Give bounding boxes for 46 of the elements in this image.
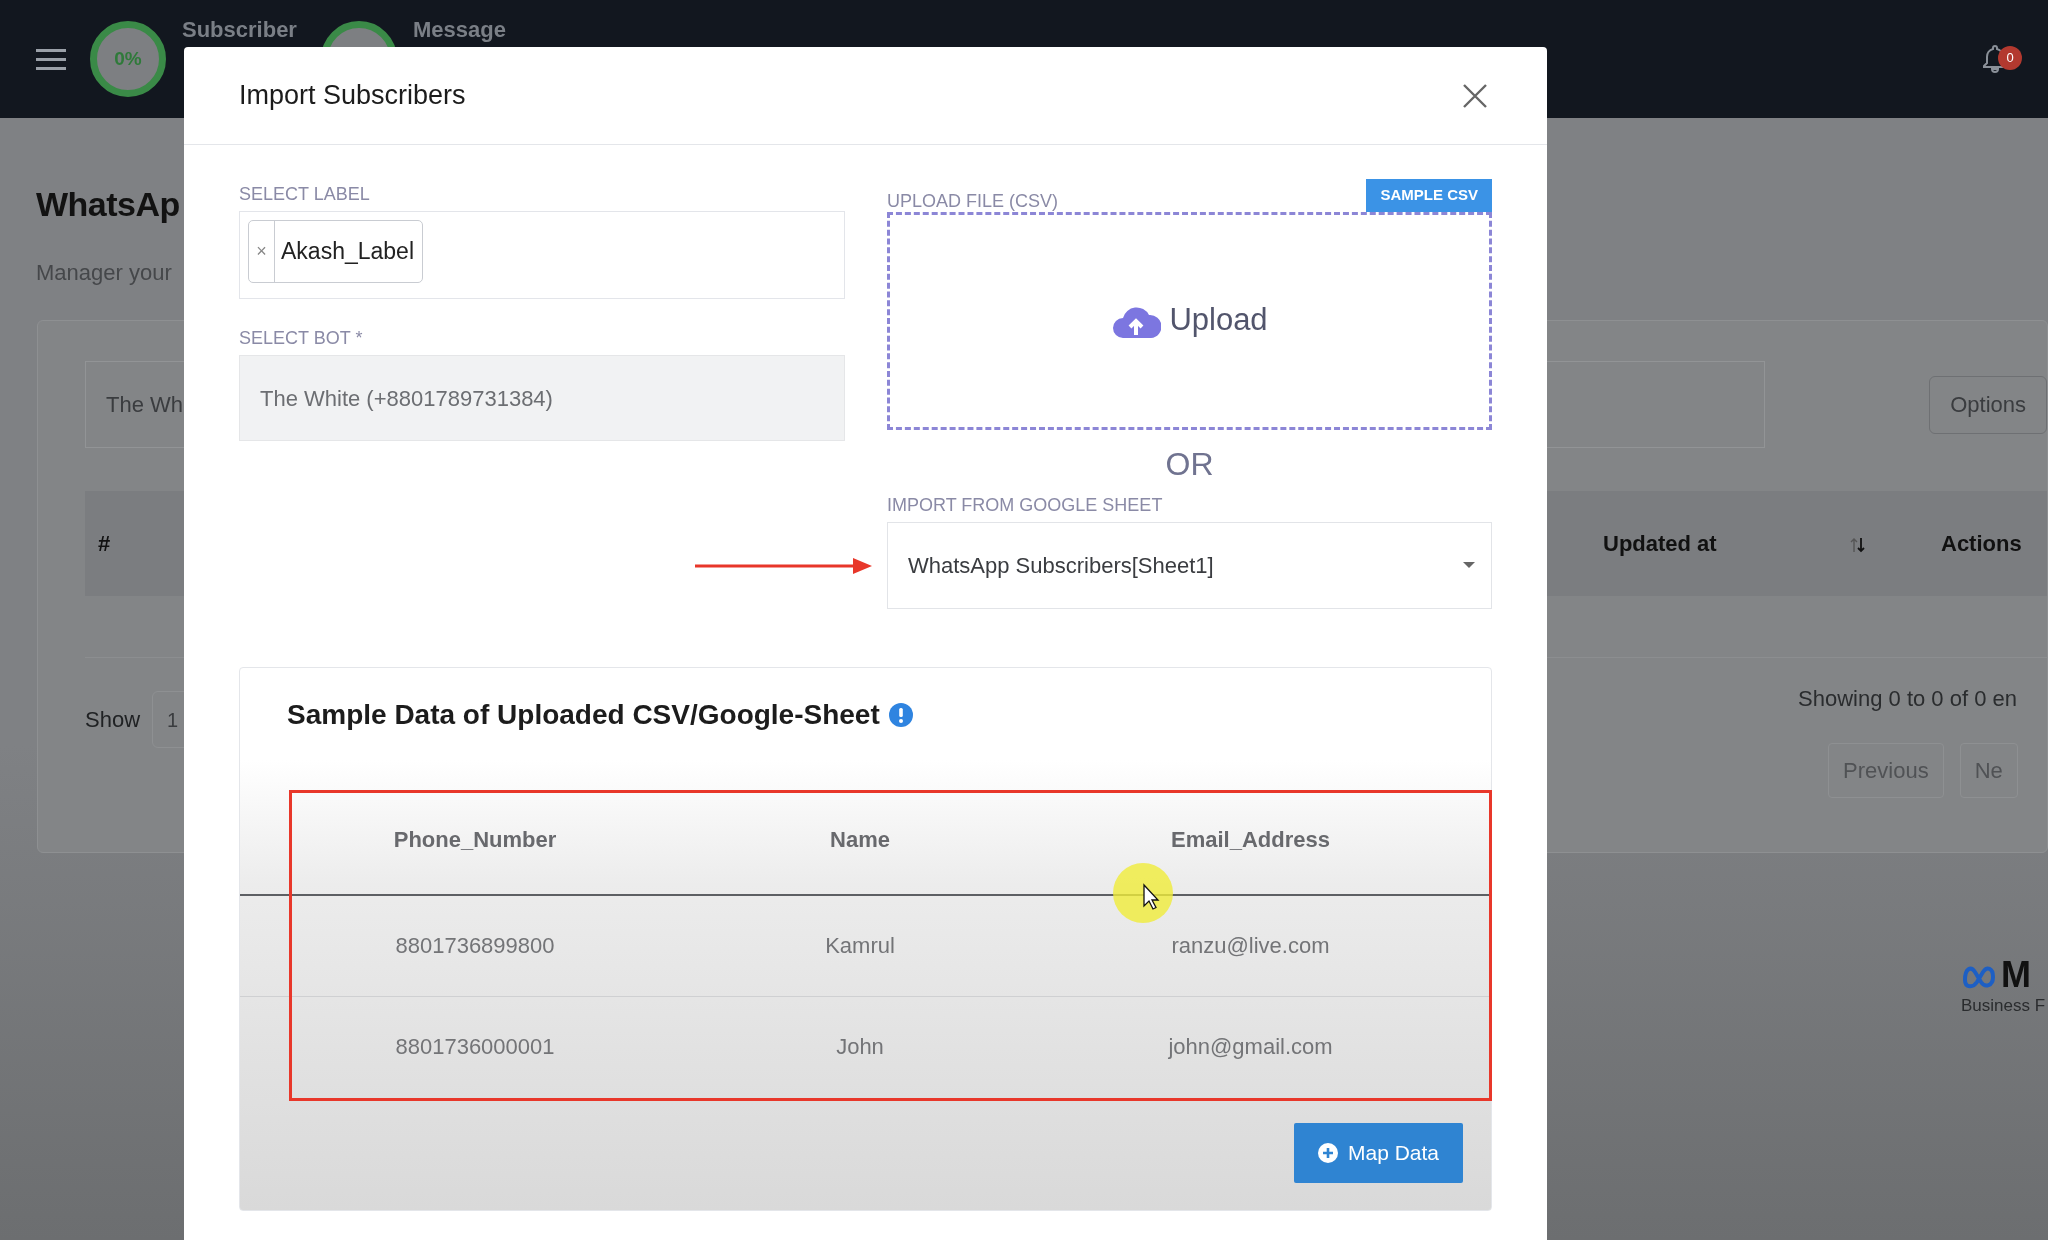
upload-button[interactable]: Upload bbox=[1105, 296, 1274, 345]
table-cell-text: john@gmail.com bbox=[1168, 1032, 1333, 1061]
field-label: IMPORT FROM GOOGLE SHEET bbox=[887, 493, 1164, 516]
nav-link[interactable]: Message bbox=[412, 18, 506, 42]
column-header: # bbox=[97, 530, 112, 558]
map-data-button[interactable]: Map Data bbox=[1293, 1122, 1463, 1183]
table-cell-text: 8801736899800 bbox=[395, 932, 555, 960]
caret-icon bbox=[1463, 562, 1475, 568]
menu-icon[interactable] bbox=[36, 48, 66, 70]
remove-tag-button[interactable]: × bbox=[249, 221, 275, 282]
field-label: SELECT LABEL bbox=[239, 183, 371, 205]
sample-csv-button[interactable]: SAMPLE CSV bbox=[1366, 179, 1492, 212]
column-header: Name bbox=[830, 825, 890, 854]
field-label: UPLOAD FILE (CSV) bbox=[887, 189, 1059, 212]
sort-icon[interactable] bbox=[1849, 536, 1866, 555]
or-separator: OR bbox=[1164, 447, 1215, 480]
modal-title: Import Subscribers bbox=[239, 79, 466, 113]
page-subtitle: Manager your bbox=[36, 259, 173, 287]
notification-badge: 0 bbox=[1998, 46, 2022, 70]
bot-select[interactable]: The White (+8801789731384) bbox=[239, 355, 845, 441]
column-header: Actions bbox=[1941, 530, 2023, 558]
options-button[interactable]: Options bbox=[1929, 375, 2047, 434]
table-cell-text: Kamrul bbox=[825, 932, 895, 960]
page-title: WhatsAp bbox=[36, 184, 180, 225]
brand-caption: Business F bbox=[1961, 995, 2047, 1017]
table-cell-text: ranzu@live.com bbox=[1171, 932, 1330, 960]
nav-link[interactable]: Subscriber bbox=[182, 18, 297, 42]
entries-info: Showing 0 to 0 of 0 en bbox=[1798, 685, 2018, 713]
field-label: SELECT BOT * bbox=[239, 327, 364, 349]
show-label: Show bbox=[85, 706, 141, 734]
table-cell-text: John bbox=[836, 1032, 884, 1061]
cursor-highlight bbox=[1113, 863, 1173, 923]
info-icon bbox=[887, 701, 914, 728]
brand-logo: M bbox=[2001, 957, 2031, 993]
column-header[interactable]: Updated at bbox=[1603, 527, 1849, 560]
sheet-select[interactable]: WhatsApp Subscribers[Sheet1] bbox=[887, 521, 1492, 609]
table-cell-text: 8801736000001 bbox=[395, 1032, 555, 1061]
label-select[interactable]: × Akash_Label bbox=[239, 211, 845, 299]
column-header: Email_Address bbox=[1171, 825, 1330, 854]
close-icon bbox=[1462, 82, 1488, 109]
upload-dropzone[interactable]: Upload bbox=[887, 211, 1492, 430]
progress-ring: 0% bbox=[90, 21, 166, 97]
tag-text: Akash_Label bbox=[280, 237, 415, 267]
column-header: Phone_Number bbox=[393, 825, 557, 854]
plus-icon bbox=[1317, 1142, 1338, 1163]
sample-title: Sample Data of Uploaded CSV/Google-Sheet bbox=[287, 697, 880, 732]
